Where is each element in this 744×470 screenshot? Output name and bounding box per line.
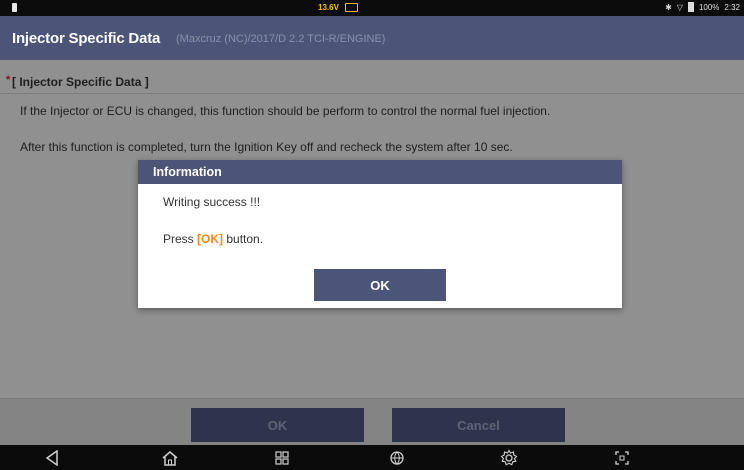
dialog-title: Information [153,165,222,179]
dialog-message-1: Writing success !!! [163,195,261,209]
status-bar: 13.6V ✱ ▽ 100% 2:32 [0,0,744,16]
dialog-header: Information [138,160,622,184]
battery-icon [687,2,694,12]
voltage-readout: 13.6V [318,3,339,12]
clock: 2:32 [724,2,740,12]
page-title: Injector Specific Data [12,30,161,47]
message-suffix: button. [223,232,264,246]
message-prefix: Press [163,232,198,246]
ok-highlight: [OK] [197,232,224,246]
vehicle-info: (Maxcruz (NC)/2017/D 2.2 TCI-R/ENGINE) [176,33,386,45]
dialog-message-2: Press [OK] button. [163,232,263,246]
information-dialog: Information Writing success !!! Press [O… [138,160,622,308]
dialog-ok-button[interactable]: OK [314,269,446,301]
navigation-bar [0,445,744,470]
screenshot-icon[interactable] [610,448,634,468]
home-icon[interactable] [158,448,182,468]
title-bar: Injector Specific Data (Maxcruz (NC)/201… [0,16,744,60]
settings-icon[interactable] [497,448,521,468]
status-right-group: ✱ ▽ 100% 2:32 [665,2,740,12]
recents-icon[interactable] [270,448,294,468]
bluetooth-icon: ✱ [665,2,672,12]
browser-icon[interactable] [385,448,409,468]
wifi-icon: ▽ [676,2,683,12]
notification-icon [12,3,17,12]
battery-percent: 100% [698,2,720,12]
back-icon[interactable] [40,448,64,468]
car-battery-icon [345,3,358,12]
